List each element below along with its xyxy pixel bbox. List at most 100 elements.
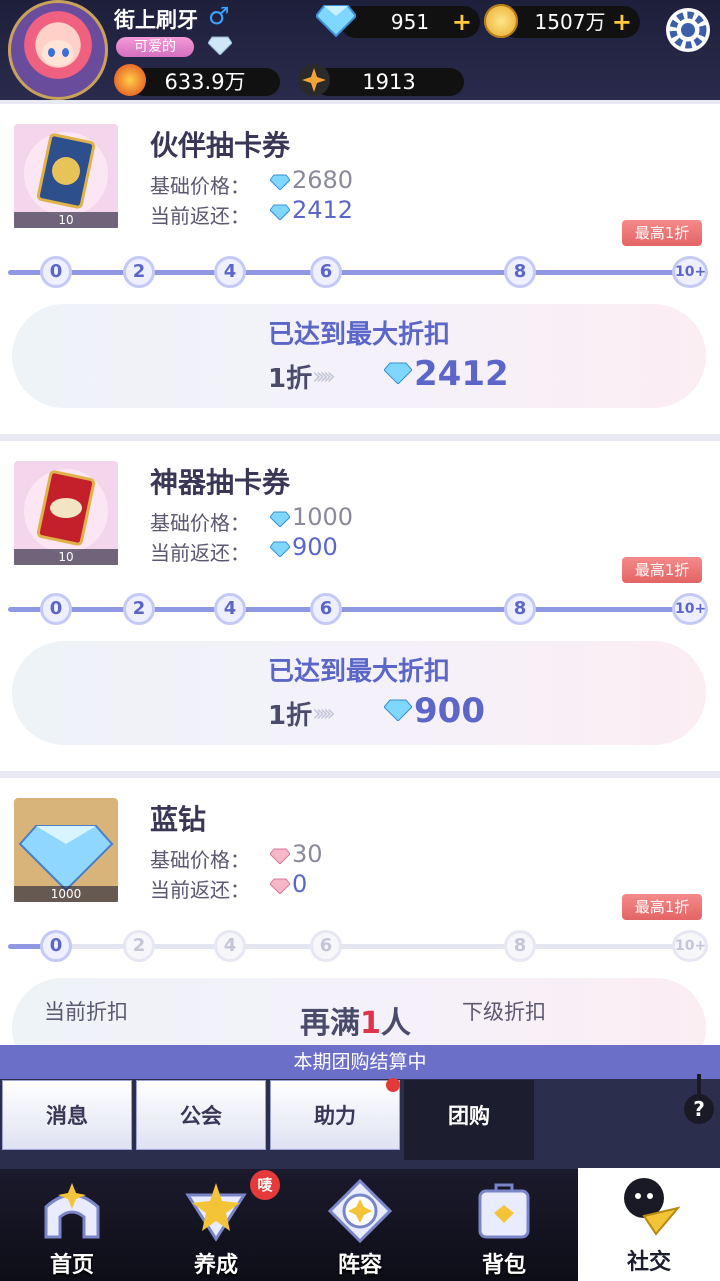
rebate-amount: 2412: [292, 196, 354, 224]
milestone-node: 4: [214, 256, 246, 288]
diamond-icon: [270, 541, 290, 557]
discount-status-panel: 已达到最大折扣 1折 ››››› 900: [12, 641, 706, 745]
title-gem-icon: [208, 36, 232, 55]
help-pin: [697, 1074, 701, 1096]
base-price: 30: [292, 840, 323, 868]
milestone-node: 0: [40, 930, 72, 962]
base-price-label: 基础价格：: [150, 848, 250, 872]
diamond-counter: 951 +: [340, 6, 480, 38]
final-price: 2412: [414, 354, 509, 394]
max-discount-text: 已达到最大折扣: [267, 657, 450, 687]
people-needed-text: 再满1人: [300, 998, 411, 1042]
diamond-icon: [270, 204, 290, 220]
milestone-node: 2: [123, 593, 155, 625]
base-price: 1000: [292, 503, 354, 531]
notification-dot: [386, 1078, 400, 1092]
settlement-notice: 本期团购结算中: [0, 1045, 720, 1079]
diamond-icon: [384, 362, 412, 384]
arrows-icon: ›››››: [312, 362, 336, 390]
avatar-eye: [62, 48, 69, 57]
new-badge: 唛: [250, 1170, 280, 1200]
base-price-label: 基础价格：: [150, 511, 250, 535]
diamond-icon: [384, 699, 412, 721]
help-icon[interactable]: ?: [684, 1094, 714, 1124]
nav-social[interactable]: 社交: [578, 1168, 720, 1281]
base-price-label: 基础价格：: [150, 174, 250, 198]
max-discount-badge: 最高1折: [622, 894, 702, 920]
add-diamond-button[interactable]: +: [452, 6, 472, 38]
diamond-icon: [316, 5, 356, 38]
pink-diamond-icon: [270, 848, 290, 864]
diamond-icon: [270, 174, 290, 190]
milestone-node: 2: [123, 256, 155, 288]
next-discount-label: 下级折扣: [462, 1000, 546, 1024]
rebate-amount: 900: [292, 533, 338, 561]
progress-track: [8, 944, 708, 949]
milestone-node: 4: [214, 930, 246, 962]
progress-track: [8, 607, 708, 612]
milestone-node: 10+: [672, 256, 708, 288]
discount-value: 1折: [268, 364, 313, 394]
gear-icon[interactable]: [664, 6, 712, 54]
final-price: 900: [414, 691, 485, 731]
offer-name: 蓝钻: [150, 803, 207, 836]
item-quantity: 1000: [14, 886, 118, 902]
milestone-node: 4: [214, 593, 246, 625]
lineup-icon: [328, 1179, 392, 1243]
offer-name: 伙伴抽卡券: [150, 129, 291, 162]
rebate-label: 当前返还：: [150, 541, 250, 565]
add-coin-button[interactable]: +: [612, 6, 632, 38]
nav-bag-label: 背包: [481, 1253, 526, 1278]
tab-assist[interactable]: 助力: [270, 1080, 400, 1150]
rebate-amount: 0: [292, 870, 308, 898]
milestone-node: 2: [123, 930, 155, 962]
gender-icon: ♂: [208, 2, 230, 30]
coin-counter: 1507万 +: [500, 6, 640, 38]
milestone-node: 6: [310, 256, 342, 288]
rebate-label: 当前返还：: [150, 878, 250, 902]
nav-lineup-label: 阵容: [337, 1253, 382, 1278]
nav-home[interactable]: 首页: [2, 1169, 142, 1281]
milestone-node: 8: [504, 930, 536, 962]
avatar-eye: [48, 48, 55, 57]
coin-icon: [484, 4, 518, 38]
max-discount-badge: 最高1折: [622, 220, 702, 246]
star-counter: 1913: [314, 68, 464, 96]
avatar-face: [42, 40, 74, 66]
max-discount-text: 已达到最大折扣: [267, 320, 450, 350]
social-icon: [624, 1178, 680, 1236]
need-more-count: 1: [360, 1006, 381, 1041]
tab-guild[interactable]: 公会: [136, 1080, 266, 1150]
progress-track: [8, 270, 708, 275]
nav-develop-label: 养成: [193, 1253, 238, 1278]
milestone-node: 6: [310, 930, 342, 962]
fire-icon: [114, 64, 146, 96]
nav-lineup[interactable]: 阵容: [290, 1169, 430, 1281]
max-discount-badge: 最高1折: [622, 557, 702, 583]
milestone-node: 10+: [672, 930, 708, 962]
star-icon: [298, 64, 330, 96]
coin-count: 1507万: [534, 10, 606, 34]
need-more-prefix: 再满: [300, 1006, 360, 1041]
milestone-node: 6: [310, 593, 342, 625]
pink-diamond-icon: [270, 878, 290, 894]
rebate-label: 当前返还：: [150, 204, 250, 228]
diamond-count: 951: [390, 10, 430, 34]
diamond-icon: [270, 511, 290, 527]
player-avatar[interactable]: [8, 0, 108, 100]
develop-star-icon: [185, 1183, 247, 1242]
current-discount-label: 当前折扣: [44, 1000, 128, 1024]
home-icon: [44, 1183, 100, 1239]
offer-card-artifact: 10 神器抽卡券 基础价格： 1000 当前返还： 900 最高1折 0 2 4…: [0, 441, 720, 771]
discount-status-panel: 已达到最大折扣 1折 ››››› 2412: [12, 304, 706, 408]
item-quantity: 10: [14, 212, 118, 228]
tab-messages[interactable]: 消息: [2, 1080, 132, 1150]
offer-name: 神器抽卡券: [150, 466, 291, 499]
discount-value: 1折: [268, 701, 313, 731]
arrows-icon: ›››››: [312, 699, 336, 727]
item-quantity: 10: [14, 549, 118, 565]
nav-social-label: 社交: [626, 1250, 671, 1275]
milestone-node: 8: [504, 256, 536, 288]
tab-group-buy[interactable]: 团购: [404, 1080, 534, 1160]
nav-bag[interactable]: 背包: [434, 1169, 574, 1281]
